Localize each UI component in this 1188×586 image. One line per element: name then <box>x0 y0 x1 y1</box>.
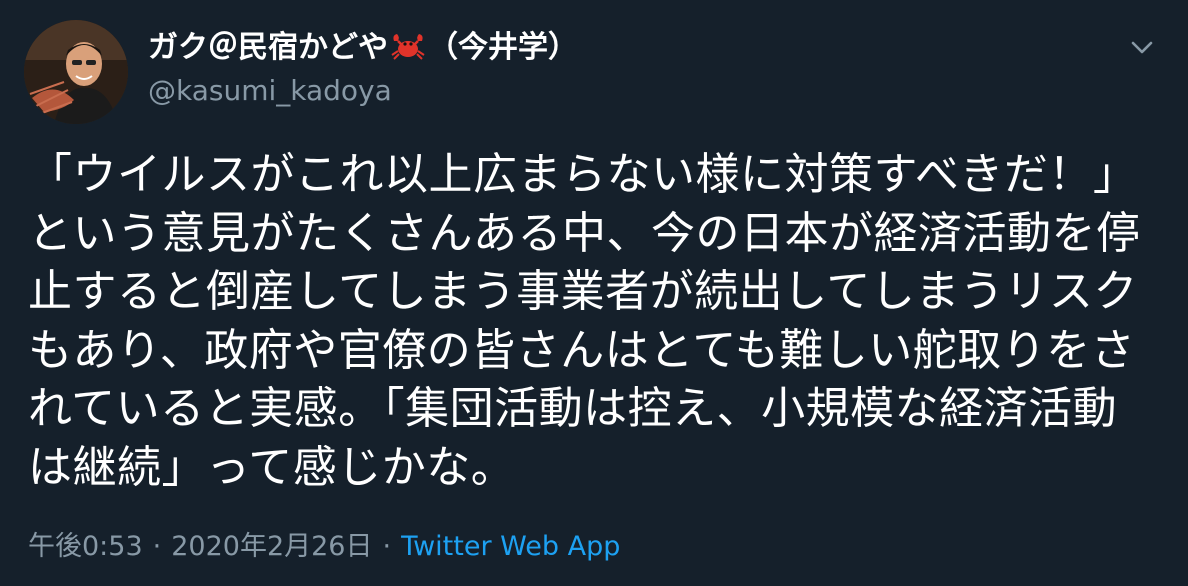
user-handle[interactable]: @kasumi_kadoya <box>148 74 392 108</box>
separator-dot: · <box>382 531 392 562</box>
tweet-source-link[interactable]: Twitter Web App <box>401 531 620 562</box>
tweet-metadata: 午後0:53 · 2020年2月26日 · Twitter Web App <box>28 530 620 564</box>
separator-dot: · <box>152 531 162 562</box>
avatar[interactable] <box>24 20 128 124</box>
more-options-button[interactable] <box>1124 34 1160 64</box>
chevron-down-icon <box>1131 40 1153 59</box>
tweet-text: 「ウイルスがこれ以上広まらない様に対策すべきだ！」という意見がたくさんある中、今… <box>28 149 1141 493</box>
display-name-main: ガク＠民宿かどや <box>148 30 388 65</box>
crab-icon <box>390 31 426 70</box>
display-name[interactable]: ガク＠民宿かどや （今井学） <box>148 30 578 70</box>
tweet-card: ガク＠民宿かどや （今井学） @kasumi_kadoya 「ウイルスがこれ以上… <box>0 0 1188 586</box>
tweet-time[interactable]: 午後0:53 <box>28 531 143 562</box>
avatar-image <box>24 20 128 124</box>
tweet-date[interactable]: 2020年2月26日 <box>171 531 372 562</box>
display-name-suffix: （今井学） <box>428 30 578 65</box>
